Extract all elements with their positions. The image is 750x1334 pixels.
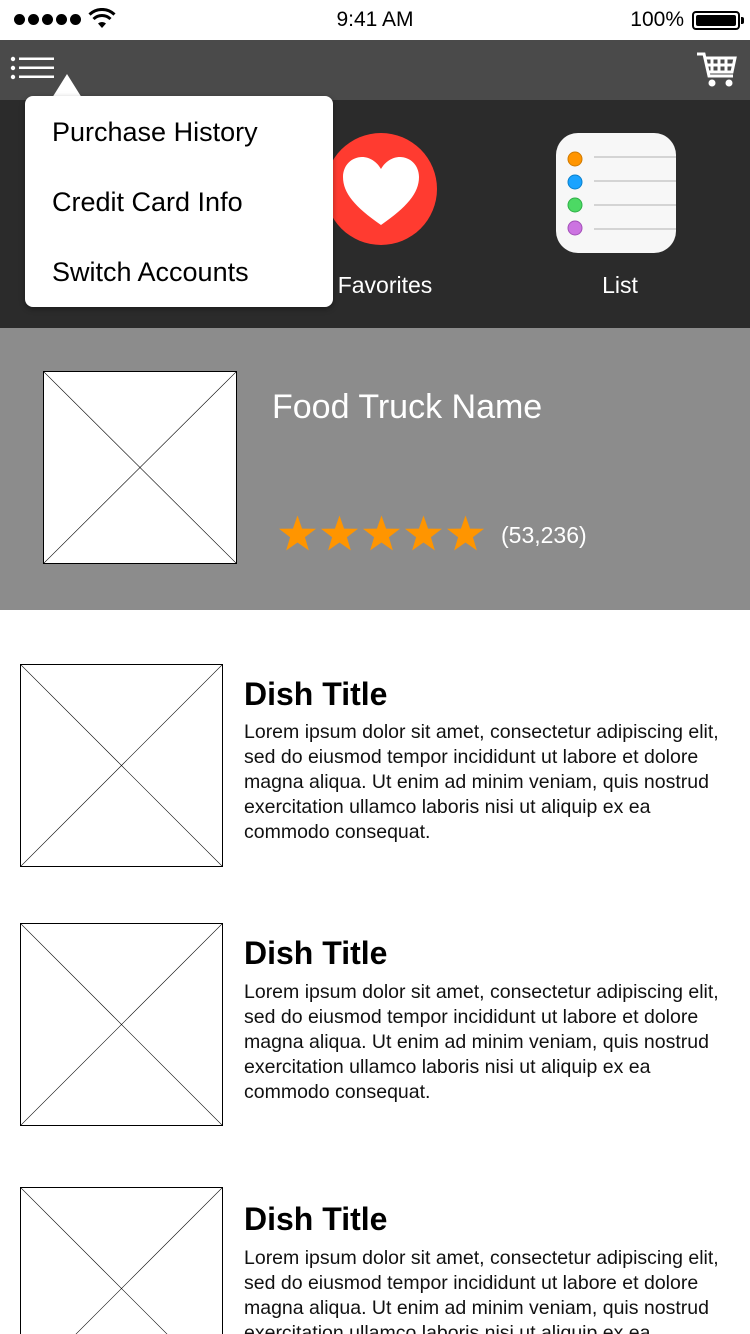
review-count: (53,236) [501,522,587,548]
dropdown-menu: Purchase History Credit Card Info Switch… [25,96,333,307]
star-icon [320,515,359,551]
dish-title: Dish Title [244,1201,388,1237]
dish-image-placeholder [20,923,223,1126]
nav-bar [0,40,750,100]
reminders-list-icon [556,133,676,253]
dish-title: Dish Title [244,935,388,971]
truck-name: Food Truck Name [272,388,543,426]
heart-icon [325,133,437,245]
menu-item-switch-accounts[interactable]: Switch Accounts [52,257,249,288]
battery-level [696,15,736,26]
rating-stars [278,514,485,552]
category-label: List [602,272,638,298]
shopping-cart-icon[interactable] [696,50,738,90]
menu-list-icon[interactable] [10,54,56,88]
dropdown-caret [52,74,82,98]
dish-image-placeholder [20,1187,223,1334]
star-icon [362,515,401,551]
dish-image-placeholder [20,664,223,867]
battery-icon [692,11,744,30]
dish-description: Lorem ipsum dolor sit amet, consectetur … [244,1247,719,1334]
truck-header: Food Truck Name (53,236) [0,328,750,610]
menu-item-purchase-history[interactable]: Purchase History [52,117,258,148]
truck-image-placeholder [43,371,237,564]
star-icon [278,515,317,551]
dish-description: Lorem ipsum dolor sit amet, consectetur … [244,721,719,843]
dish-title: Dish Title [244,676,388,712]
battery-percent: 100% [630,8,684,31]
star-icon [404,515,443,551]
star-icon [446,515,485,551]
menu-item-credit-card-info[interactable]: Credit Card Info [52,187,243,218]
dish-description: Lorem ipsum dolor sit amet, consectetur … [244,981,719,1103]
status-bar: 9:41 AM 100% [0,0,750,40]
